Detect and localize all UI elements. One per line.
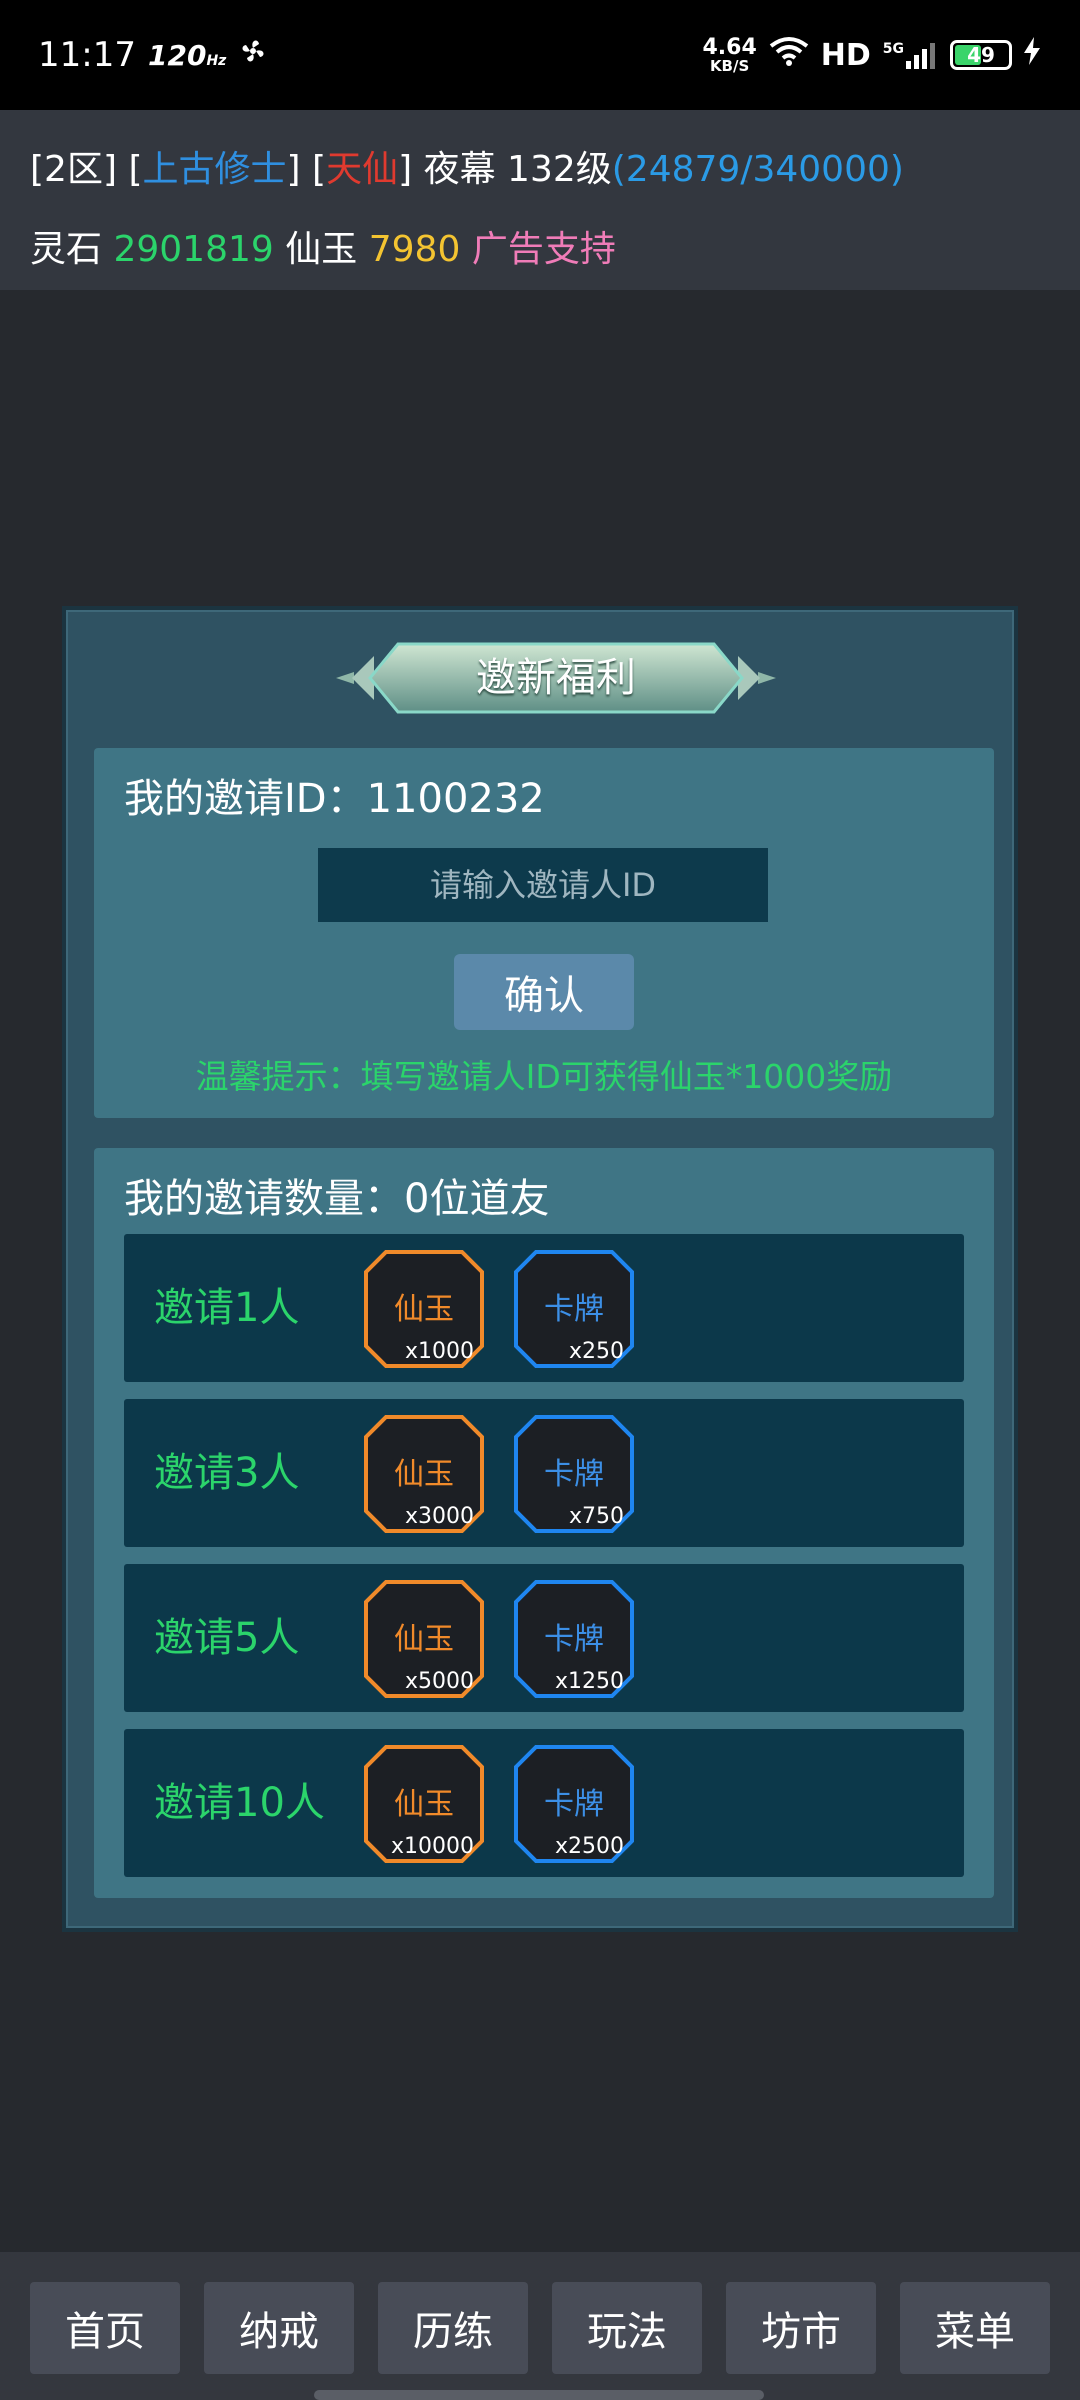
- reward-card[interactable]: 卡牌 x2500: [514, 1745, 634, 1863]
- home-indicator[interactable]: [314, 2390, 764, 2400]
- player-header: [2区] [上古修士] [天仙] 夜幕 132级(24879/340000) 灵…: [0, 110, 1080, 290]
- reward-name: 仙玉: [394, 1292, 454, 1327]
- tier-label: 邀请1人: [154, 1285, 300, 1331]
- status-left: 11:17 120Hz: [38, 35, 268, 75]
- reward-qty: x1000: [404, 1339, 474, 1364]
- nav-market[interactable]: 坊市: [726, 2282, 876, 2374]
- reward-qty: x3000: [404, 1504, 474, 1529]
- tier-label: 邀请5人: [154, 1615, 300, 1661]
- reward-name: 卡牌: [544, 1787, 604, 1822]
- fan-icon: [238, 35, 268, 75]
- spirit-stone-label: 灵石: [30, 229, 103, 270]
- invite-form: 我的邀请ID：1100232 确认 温馨提示：填写邀请人ID可获得仙玉*1000…: [94, 748, 994, 1118]
- reward-qty: x250: [568, 1339, 624, 1364]
- charging-icon: [1024, 37, 1040, 73]
- currency-line: 灵石 2901819 仙玉 7980 广告支持: [30, 210, 1050, 290]
- nav-home[interactable]: 首页: [30, 2282, 180, 2374]
- sect-bracket: [上古修士]: [128, 149, 301, 190]
- status-right: 4.64 KB/S HD 5G 49: [702, 36, 1040, 74]
- title-banner: 邀新福利: [336, 642, 776, 714]
- jade-label: 仙玉: [285, 229, 358, 270]
- reward-card[interactable]: 卡牌 x250: [514, 1250, 634, 1368]
- player-exp: (24879/340000): [611, 149, 904, 190]
- tip-text: 温馨提示：填写邀请人ID可获得仙玉*1000奖励: [195, 1057, 893, 1096]
- reward-tier[interactable]: 邀请1人 仙玉 x1000 卡牌 x250: [124, 1234, 964, 1382]
- reward-qty: x10000: [390, 1834, 474, 1859]
- spirit-stone-value: 2901819: [113, 229, 274, 270]
- nav-inventory[interactable]: 纳戒: [204, 2282, 354, 2374]
- inviter-id-input[interactable]: [318, 848, 768, 922]
- reward-qty: x750: [568, 1504, 624, 1529]
- net-speed: 4.64 KB/S: [702, 34, 757, 75]
- jade-value: 7980: [368, 229, 461, 270]
- nav-menu[interactable]: 菜单: [900, 2282, 1050, 2374]
- reward-card[interactable]: 卡牌 x750: [514, 1415, 634, 1533]
- reward-card[interactable]: 卡牌 x1250: [514, 1580, 634, 1698]
- invite-panel: 邀新福利 我的邀请ID：1100232 确认 温馨提示：填写邀请人ID可获得仙玉…: [62, 606, 1018, 1932]
- battery-icon: 49: [950, 40, 1012, 70]
- cell-signal: 5G: [883, 41, 938, 69]
- reward-name: 卡牌: [544, 1292, 604, 1327]
- reward-name: 卡牌: [544, 1457, 604, 1492]
- tier-label: 邀请3人: [154, 1450, 300, 1496]
- reward-name: 仙玉: [394, 1457, 454, 1492]
- nav-training[interactable]: 历练: [378, 2282, 528, 2374]
- reward-jade[interactable]: 仙玉 x1000: [364, 1250, 484, 1368]
- zone-label: [2区]: [30, 149, 117, 190]
- reward-tier[interactable]: 邀请3人 仙玉 x3000 卡牌 x750: [124, 1399, 964, 1547]
- tier-label: 邀请10人: [154, 1780, 325, 1826]
- rank-label: 天仙: [326, 149, 399, 190]
- nav-gameplay[interactable]: 玩法: [552, 2282, 702, 2374]
- rank-bracket: [天仙]: [312, 149, 413, 190]
- clock: 11:17: [38, 35, 136, 75]
- player-name: 夜幕: [423, 149, 496, 190]
- reward-jade[interactable]: 仙玉 x10000: [364, 1745, 484, 1863]
- network-type: 5G: [882, 41, 904, 57]
- refresh-rate-value: 120: [147, 38, 207, 72]
- reward-tier[interactable]: 邀请10人 仙玉 x10000 卡牌 x2500: [124, 1729, 964, 1877]
- reward-name: 卡牌: [544, 1622, 604, 1657]
- player-level: 132级: [507, 149, 612, 190]
- bottom-nav: 首页 纳戒 历练 玩法 坊市 菜单: [0, 2252, 1080, 2400]
- sect-label: 上古修士: [142, 149, 287, 190]
- reward-qty: x2500: [554, 1834, 624, 1859]
- net-speed-value: 4.64: [702, 34, 757, 60]
- invite-count: 我的邀请数量：0位道友: [124, 1176, 550, 1222]
- player-title-line: [2区] [上古修士] [天仙] 夜幕 132级(24879/340000): [30, 130, 1050, 210]
- my-invite-id: 我的邀请ID：1100232: [124, 776, 545, 822]
- reward-jade[interactable]: 仙玉 x3000: [364, 1415, 484, 1533]
- reward-qty: x5000: [404, 1669, 474, 1694]
- status-bar: 11:17 120Hz 4.64 KB/S HD 5G 49: [0, 0, 1080, 110]
- panel-title: 邀新福利: [476, 655, 636, 701]
- reward-qty: x1250: [554, 1669, 624, 1694]
- battery-level: 49: [967, 43, 995, 67]
- invite-rewards: 我的邀请数量：0位道友 邀请1人 仙玉 x1000 卡牌 x250 邀请3人 仙…: [94, 1148, 994, 1898]
- reward-tier[interactable]: 邀请5人 仙玉 x5000 卡牌 x1250: [124, 1564, 964, 1712]
- refresh-rate-unit: Hz: [206, 52, 227, 69]
- reward-name: 仙玉: [394, 1622, 454, 1657]
- refresh-rate: 120Hz: [148, 39, 226, 72]
- wifi-icon: [769, 36, 809, 74]
- ad-support-link[interactable]: 广告支持: [472, 229, 616, 270]
- reward-name: 仙玉: [394, 1787, 454, 1822]
- reward-jade[interactable]: 仙玉 x5000: [364, 1580, 484, 1698]
- net-speed-unit: KB/S: [709, 56, 750, 75]
- signal-bars-icon: [906, 43, 935, 69]
- confirm-button[interactable]: 确认: [454, 954, 634, 1030]
- hd-badge: HD: [820, 37, 871, 73]
